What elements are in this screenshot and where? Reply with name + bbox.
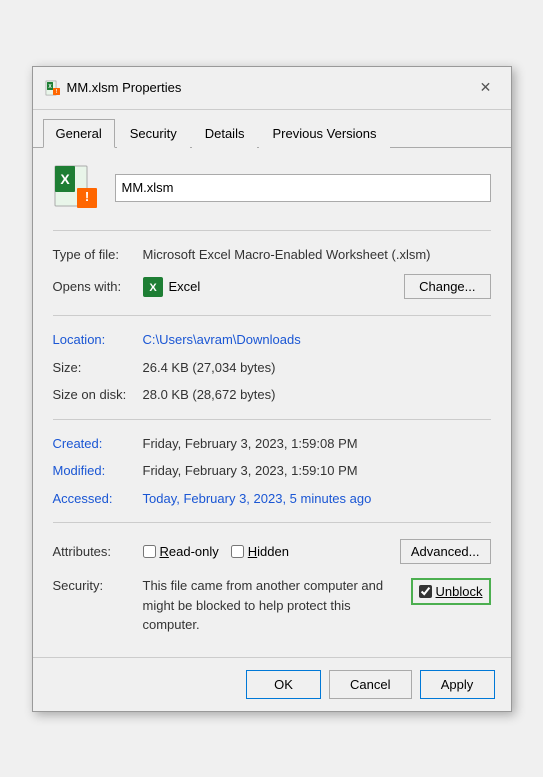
dialog-title: MM.xlsm Properties [67,80,182,95]
type-label: Type of file: [53,245,143,265]
location-value: C:\Users\avram\Downloads [143,330,491,350]
accessed-value: Today, February 3, 2023, 5 minutes ago [143,489,491,509]
size-row: Size: 26.4 KB (27,034 bytes) [53,354,491,382]
unblock-label[interactable]: Unblock [436,584,483,599]
svg-text:X: X [60,171,70,187]
security-content: This file came from another computer and… [143,576,491,635]
change-button[interactable]: Change... [404,274,490,299]
readonly-label[interactable]: Read-only [160,544,219,559]
cancel-button[interactable]: Cancel [329,670,411,699]
title-bar-left: X ! MM.xlsm Properties [45,80,182,96]
opens-with-app-name: Excel [169,279,201,294]
type-value: Microsoft Excel Macro-Enabled Worksheet … [143,245,491,265]
modified-row: Modified: Friday, February 3, 2023, 1:59… [53,457,491,485]
size-disk-label: Size on disk: [53,385,143,405]
excel-icon: X [143,277,163,297]
hidden-label[interactable]: Hidden [248,544,289,559]
security-label: Security: [53,576,143,593]
size-disk-row: Size on disk: 28.0 KB (28,672 bytes) [53,381,491,409]
readonly-checkbox-item: Read-only [143,544,219,559]
modified-label: Modified: [53,461,143,481]
size-label: Size: [53,358,143,378]
tab-security[interactable]: Security [117,119,190,148]
accessed-label: Accessed: [53,489,143,509]
opens-with-app: X Excel Change... [143,274,491,299]
hidden-checkbox[interactable] [231,545,244,558]
file-header: X ! [53,164,491,212]
location-row: Location: C:\Users\avram\Downloads [53,326,491,354]
created-value: Friday, February 3, 2023, 1:59:08 PM [143,434,491,454]
properties-dialog: X ! MM.xlsm Properties ✕ General Securit… [32,66,512,712]
svg-text:!: ! [84,189,88,204]
modified-value: Friday, February 3, 2023, 1:59:10 PM [143,461,491,481]
attributes-label: Attributes: [53,544,143,559]
separator-2 [53,315,491,316]
filename-input[interactable] [115,174,491,202]
apply-button[interactable]: Apply [420,670,495,699]
button-bar: OK Cancel Apply [33,657,511,711]
opens-with-row: Opens with: X Excel Change... [53,268,491,305]
title-bar: X ! MM.xlsm Properties ✕ [33,67,511,110]
created-label: Created: [53,434,143,454]
attributes-items: Read-only Hidden Advanced... [143,539,491,564]
hidden-checkbox-item: Hidden [231,544,289,559]
separator-1 [53,230,491,231]
ok-button[interactable]: OK [246,670,321,699]
tab-details[interactable]: Details [192,119,258,148]
file-icon: X ! [53,164,101,212]
readonly-checkbox[interactable] [143,545,156,558]
size-value: 26.4 KB (27,034 bytes) [143,358,491,378]
size-disk-value: 28.0 KB (28,672 bytes) [143,385,491,405]
title-file-icon: X ! [45,80,61,96]
attributes-row: Attributes: Read-only Hidden Advanced... [53,533,491,570]
type-row: Type of file: Microsoft Excel Macro-Enab… [53,241,491,269]
location-label: Location: [53,330,143,350]
security-row: Security: This file came from another co… [53,570,491,641]
unblock-checkbox[interactable] [419,585,432,598]
opens-with-label: Opens with: [53,279,143,294]
tab-bar: General Security Details Previous Versio… [33,110,511,148]
separator-4 [53,522,491,523]
unblock-container: Unblock [411,578,491,605]
tab-general[interactable]: General [43,119,115,148]
close-button[interactable]: ✕ [473,75,499,101]
security-text: This file came from another computer and… [143,576,401,635]
tab-content: X ! Type of file: Microsoft Excel Macro-… [33,148,511,657]
svg-text:X: X [149,282,157,294]
advanced-button[interactable]: Advanced... [400,539,491,564]
separator-3 [53,419,491,420]
accessed-row: Accessed: Today, February 3, 2023, 5 min… [53,485,491,513]
tab-previous-versions[interactable]: Previous Versions [259,119,389,148]
created-row: Created: Friday, February 3, 2023, 1:59:… [53,430,491,458]
